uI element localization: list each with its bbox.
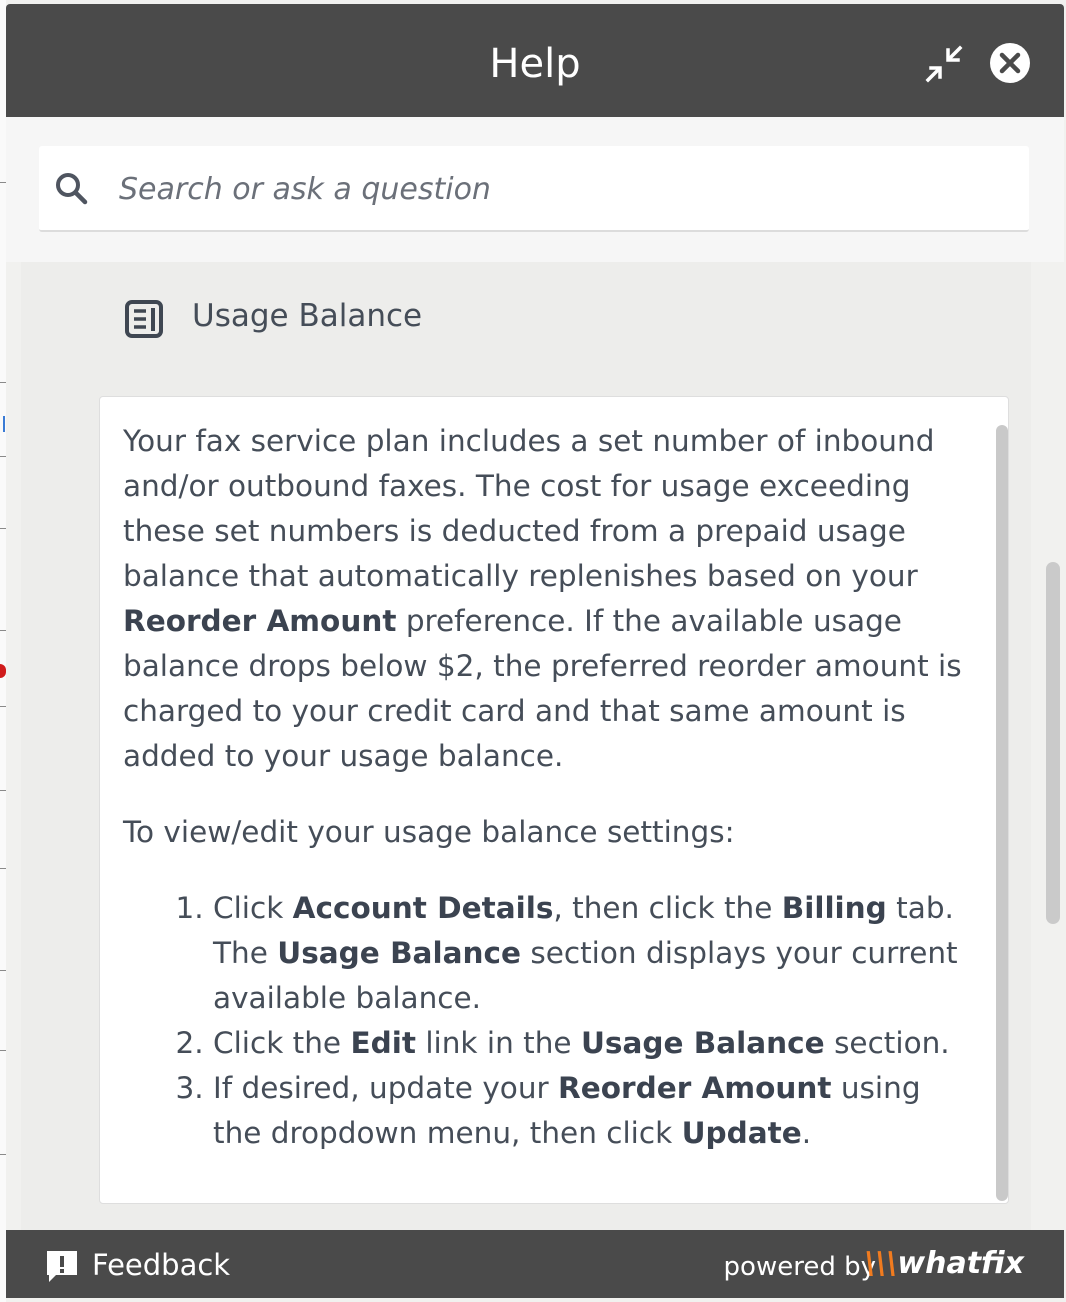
text-segment: . (801, 1116, 812, 1150)
whatfix-logo-mark: \\\ (864, 1246, 898, 1281)
bold-term: Usage Balance (580, 1026, 825, 1060)
whatfix-logo-text: whatfix (897, 1246, 1024, 1281)
text-segment: If desired, update your (213, 1071, 559, 1105)
bold-term: Billing (781, 891, 887, 925)
article-icon (124, 299, 164, 339)
bold-term: Account Details (292, 891, 554, 925)
text-segment: section. (824, 1026, 950, 1060)
panel-title: Help (489, 41, 581, 87)
text-segment: Click the (213, 1026, 351, 1060)
step-item: Click Account Details, then click the Bi… (213, 886, 973, 1021)
bold-term: Reorder Amount (558, 1071, 832, 1105)
background-link-marker (3, 416, 5, 432)
bold-term: Edit (350, 1026, 416, 1060)
text-segment: Click (213, 891, 293, 925)
search-area (6, 117, 1064, 262)
step-item: If desired, update your Reorder Amount u… (213, 1066, 973, 1156)
text-segment: Your fax service plan includes a set num… (123, 424, 935, 593)
whatfix-logo: \\\whatfix (865, 1244, 1025, 1284)
article-scrollbar[interactable] (996, 425, 1008, 1201)
minimize-icon[interactable] (924, 44, 964, 84)
article-view: Usage Balance Your fax service plan incl… (21, 262, 1031, 1230)
article-intro-paragraph: Your fax service plan includes a set num… (123, 419, 973, 779)
bold-term: Update (681, 1116, 802, 1150)
search-icon (55, 172, 89, 206)
panel-scrollbar[interactable] (1046, 562, 1060, 924)
bold-term: Usage Balance (277, 936, 521, 970)
step-item: Click the Edit link in the Usage Balance… (213, 1021, 973, 1066)
feedback-icon (44, 1248, 80, 1284)
close-icon[interactable] (989, 42, 1031, 84)
search-box (39, 146, 1029, 232)
steps-list: Click Account Details, then click the Bi… (123, 886, 973, 1156)
feedback-label: Feedback (92, 1248, 231, 1282)
help-header: Help (6, 4, 1064, 117)
text-segment: link in the (415, 1026, 581, 1060)
article-content-card: Your fax service plan includes a set num… (99, 396, 1009, 1204)
help-footer: Feedback powered by \\\whatfix (6, 1230, 1064, 1298)
search-input[interactable] (117, 162, 1001, 216)
article-lead-text: To view/edit your usage balance settings… (123, 815, 735, 849)
text-segment: , then click the (553, 891, 782, 925)
bold-term: Reorder Amount (123, 604, 397, 638)
article-body: Your fax service plan includes a set num… (123, 419, 973, 1156)
help-widget: Help Search or ask a question Usage Bala… (6, 4, 1064, 1298)
powered-by-label: powered by (723, 1252, 876, 1282)
article-title: Usage Balance (192, 298, 423, 334)
